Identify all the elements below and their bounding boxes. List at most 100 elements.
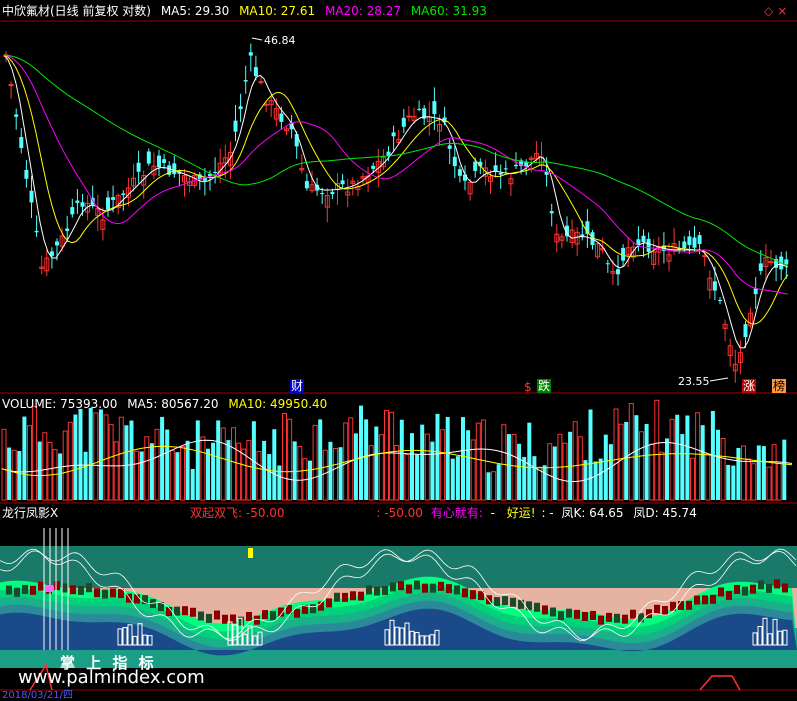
event-tag-cai[interactable]: 财: [290, 379, 305, 393]
indicator-block: [678, 601, 684, 611]
indicator-block: [782, 583, 788, 593]
indicator-block: [606, 612, 612, 622]
indicator-name[interactable]: 龙行凤影X: [2, 506, 58, 520]
volume-bar: [108, 424, 114, 501]
volume-bar: [603, 434, 608, 500]
high-price-label: 46.84: [264, 34, 296, 47]
volume-bar: [491, 471, 497, 501]
indicator-block: [222, 614, 228, 624]
volume-bar: [654, 399, 660, 501]
indicator-block: [710, 594, 716, 604]
price-candle: [391, 132, 396, 137]
indicator-block: [182, 606, 188, 616]
diamond-icon[interactable]: ◇: [764, 4, 773, 18]
volume-ma10-readout: MA10: 49950.40: [228, 397, 328, 411]
event-tag-die[interactable]: 跌: [537, 379, 552, 393]
ma20-line: [3, 54, 789, 295]
volume-bar: [496, 464, 501, 500]
volume-bar: [287, 418, 293, 501]
volume-bar: [262, 440, 267, 500]
price-candle: [146, 151, 151, 164]
volume-bar: [134, 450, 140, 501]
indicator-block: [342, 592, 348, 602]
price-candle: [55, 241, 59, 246]
price-candle: [493, 165, 498, 172]
price-candle: [75, 200, 80, 203]
price-candle: [473, 161, 478, 171]
indicator-block: [574, 609, 580, 619]
ma10-readout: MA10: 27.61: [239, 4, 316, 18]
price-candle: [702, 255, 708, 258]
volume-bar: [776, 463, 782, 501]
event-tag-dollar[interactable]: $: [524, 380, 532, 394]
volume-bar: [47, 441, 53, 501]
indicator-block: [462, 588, 468, 598]
volume-bar: [165, 429, 170, 500]
volume-bar: [282, 412, 287, 501]
ma20-readout: MA20: 28.27: [324, 4, 401, 18]
volume-bar: [644, 424, 649, 500]
volume-bar: [353, 433, 358, 500]
volume-bar: [628, 403, 634, 501]
volume-bar: [577, 436, 583, 501]
volume-bar: [695, 412, 701, 501]
volume-bar: [364, 419, 369, 500]
volume-bar: [705, 453, 711, 501]
volume-bar: [634, 415, 639, 500]
price-candle: [758, 263, 763, 271]
volume-bar: [169, 449, 175, 501]
volume-bar: [731, 465, 736, 500]
close-icon[interactable]: ×: [777, 4, 787, 18]
volume-bar: [430, 441, 435, 500]
indicator-block: [718, 587, 724, 597]
event-tag-zhang[interactable]: 涨: [742, 379, 757, 393]
indicator-block: [654, 604, 660, 614]
indicator-block: [622, 614, 628, 624]
indicator-block: [326, 598, 332, 608]
volume-bar: [17, 451, 22, 500]
volume-bar: [318, 419, 323, 500]
indicator-block: [390, 582, 396, 592]
volume-bar: [195, 420, 200, 500]
volume-bar: [27, 425, 32, 501]
volume-bar: [312, 424, 318, 501]
volume-bar: [389, 411, 395, 501]
volume-bar: [256, 450, 262, 501]
volume-bar: [552, 446, 557, 500]
shuangqi-readout: 双起双飞: -50.00: [190, 506, 285, 520]
price-candle: [371, 165, 376, 169]
volume-bar: [700, 425, 705, 500]
volume-bar: [32, 405, 38, 501]
volume-bar: [277, 465, 282, 500]
price-candle: [753, 288, 758, 295]
indicator-block: [694, 595, 700, 605]
chart-title: 中欣氟材(日线 前复权 对数): [2, 4, 151, 18]
indicator-block: [6, 585, 12, 595]
volume-bar: [374, 426, 379, 500]
indicator-block: [686, 600, 692, 610]
volume-bar: [190, 468, 195, 500]
volume-bar: [613, 408, 619, 501]
indicator-block: [702, 595, 708, 605]
low-arrow: [709, 377, 729, 382]
volume-bar: [675, 414, 680, 500]
price-candle: [712, 281, 717, 291]
indicator-block: [254, 615, 260, 625]
indicator-block: [614, 613, 620, 623]
indicator-block: [446, 584, 452, 594]
volume-bar: [58, 453, 63, 500]
volume-bar: [639, 431, 644, 501]
price-candle: [549, 211, 554, 214]
indicator-block: [502, 596, 508, 606]
volume-bar: [308, 460, 312, 500]
stock-chart-window: 中欣氟材(日线 前复权 对数) MA5: 29.30 MA10: 27.61 M…: [0, 0, 797, 701]
volume-bar: [297, 446, 303, 501]
indicator-block: [422, 583, 428, 593]
volume-bar: [624, 421, 629, 500]
volume-bar: [598, 458, 603, 500]
price-candle: [172, 163, 177, 175]
chart-canvas[interactable]: [0, 0, 797, 698]
event-tag-bang[interactable]: 榜: [772, 379, 787, 393]
volume-bar: [206, 448, 210, 500]
price-candle: [24, 169, 29, 179]
